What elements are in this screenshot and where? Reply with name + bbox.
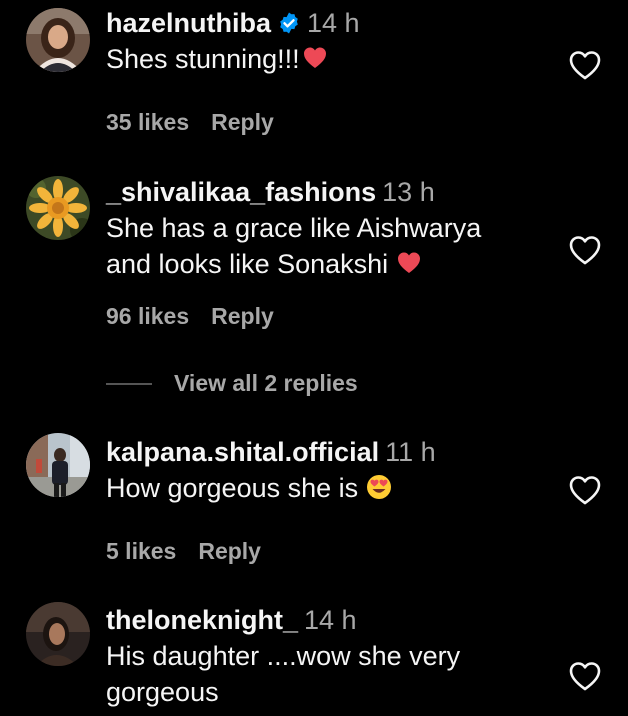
likes-count[interactable]: 5 likes: [106, 538, 176, 564]
comment-text: Shes stunning!!!: [106, 41, 558, 77]
comment-username[interactable]: kalpana.shital.official: [106, 437, 379, 467]
reply-button[interactable]: Reply: [198, 538, 261, 564]
comment-actions: 96 likes Reply: [106, 303, 558, 330]
comment-username[interactable]: theloneknight_: [106, 605, 298, 635]
like-heart-icon[interactable]: [568, 474, 602, 506]
reply-button[interactable]: Reply: [211, 109, 274, 135]
comment-timestamp: 14 h: [307, 8, 360, 38]
red-heart-icon: [303, 47, 326, 68]
red-heart-icon: [398, 252, 421, 273]
likes-count[interactable]: 96 likes: [106, 303, 189, 329]
comment-username[interactable]: _shivalikaa_fashions: [106, 177, 376, 207]
view-replies-toggle[interactable]: View all 2 replies: [106, 370, 358, 397]
comment-text: She has a grace like Aishwarya and looks…: [106, 213, 482, 279]
replies-divider-line: [106, 382, 152, 385]
comment-timestamp: 13 h: [382, 177, 435, 207]
avatar[interactable]: [26, 176, 90, 240]
avatar[interactable]: [26, 433, 90, 497]
comment-actions: 35 likes Reply: [106, 109, 558, 136]
comment-text: His daughter ....wow she very gorgeous: [106, 641, 461, 707]
verified-badge-icon: [280, 12, 298, 34]
like-heart-icon[interactable]: [568, 234, 602, 266]
avatar[interactable]: [26, 602, 90, 666]
likes-count[interactable]: 35 likes: [106, 109, 189, 135]
view-replies-label[interactable]: View all 2 replies: [174, 370, 358, 396]
heart-eyes-face-icon: [367, 475, 392, 499]
comment-username[interactable]: hazelnuthiba: [106, 8, 271, 38]
comment-actions: 5 likes Reply: [106, 538, 558, 565]
avatar[interactable]: [26, 8, 90, 72]
comment-text: How gorgeous she is: [106, 470, 558, 506]
reply-button[interactable]: Reply: [211, 303, 274, 329]
like-heart-icon[interactable]: [568, 49, 602, 81]
comment-timestamp: 11 h: [385, 437, 436, 467]
comment-timestamp: 14 h: [304, 605, 357, 635]
like-heart-icon[interactable]: [568, 660, 602, 692]
